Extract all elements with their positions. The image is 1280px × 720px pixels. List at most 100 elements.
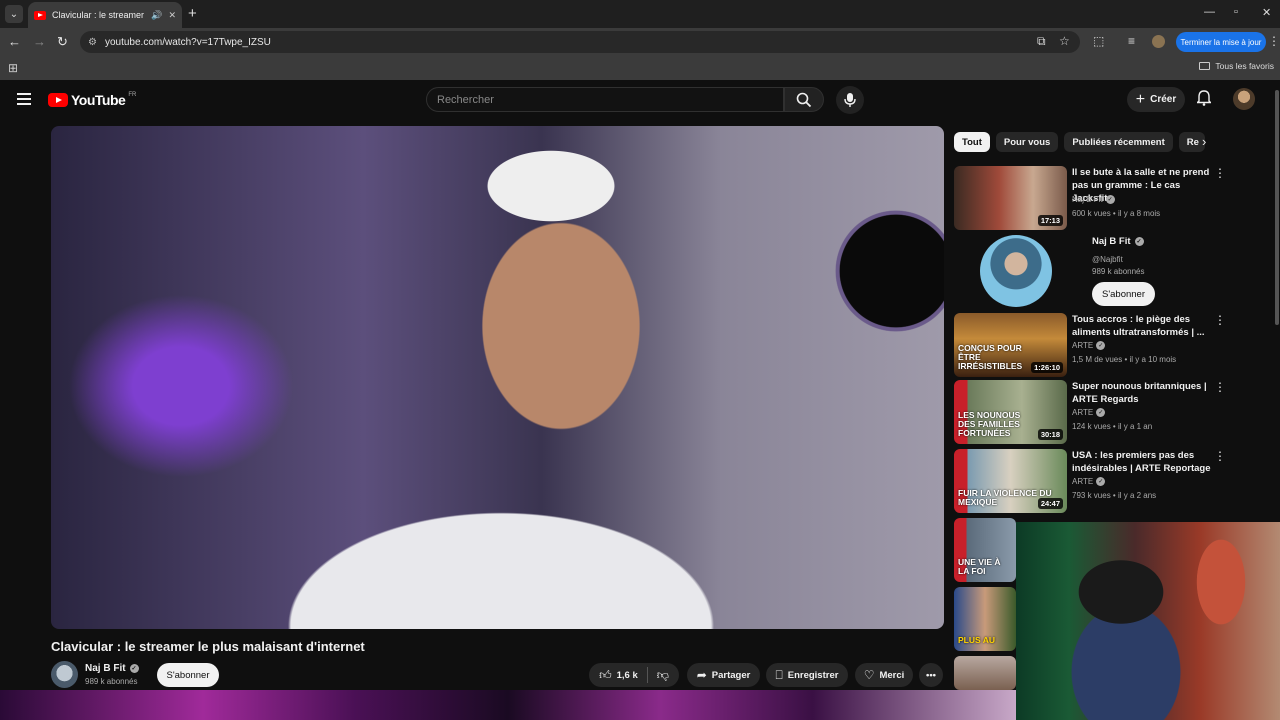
divider [646, 667, 648, 683]
like-icon[interactable]: 👍︎ [599, 668, 612, 683]
more-horizontal-icon: ••• [926, 669, 936, 681]
channel-name[interactable]: Naj B Fit [1072, 195, 1103, 204]
new-tab-button[interactable]: + [188, 5, 197, 22]
extensions-icon[interactable]: ⬚ [1093, 34, 1104, 48]
account-avatar[interactable] [1233, 88, 1255, 110]
recommendation-channel[interactable]: ARTE ✓ [1072, 408, 1106, 417]
voice-search-button[interactable] [836, 86, 864, 114]
channel-name[interactable]: ARTE [1072, 408, 1093, 417]
bookmark-star-icon[interactable]: ☆ [1059, 34, 1070, 48]
recommendation-channel[interactable]: Naj B Fit ✓ [1072, 195, 1115, 204]
channel-card-name[interactable]: Naj B Fit ✓ [1092, 236, 1144, 247]
reload-button[interactable]: ↻ [57, 34, 68, 50]
more-vertical-icon[interactable]: ⋮ [1214, 313, 1226, 327]
youtube-favicon-icon [34, 10, 46, 20]
chip-recent[interactable]: Publiées récemment [1064, 132, 1173, 152]
share-button[interactable]: ➦ Partager [687, 663, 760, 687]
recommendation-title[interactable]: Super nounous britanniques | ARTE Regard… [1072, 380, 1212, 406]
channel-name[interactable]: Naj B Fit [85, 663, 126, 674]
search-button[interactable] [784, 87, 824, 112]
close-window-button[interactable]: ✕ [1262, 6, 1271, 19]
bookmark-icon: ⎕ [775, 667, 783, 682]
thanks-button[interactable]: ♡ Merci [855, 663, 913, 687]
back-button[interactable]: ← [8, 34, 21, 49]
video-thumbnail[interactable] [954, 656, 1016, 690]
video-frame[interactable] [51, 126, 944, 629]
chevron-right-icon[interactable]: › [1202, 134, 1206, 149]
search-icon [796, 92, 812, 107]
profile-avatar[interactable] [1152, 35, 1165, 48]
recommendation-item[interactable] [954, 656, 1016, 690]
dislike-icon[interactable]: 👎︎ [657, 668, 669, 683]
video-thumbnail[interactable]: UNE VIE À LA FOI [954, 518, 1016, 582]
save-label: Enregistrer [787, 669, 839, 681]
channel-card-avatar[interactable] [980, 235, 1052, 307]
video-thumbnail[interactable]: LES NOUNOUS DES FAMILLES FORTUNÉES 30:18 [954, 380, 1067, 444]
channel-card-subscribe-button[interactable]: S'abonner [1092, 282, 1155, 306]
video-thumbnail[interactable]: 17:13 [954, 166, 1067, 230]
recommendation-item[interactable]: UNE VIE À LA FOI [954, 518, 1016, 582]
hamburger-menu-icon[interactable] [17, 93, 31, 105]
video-thumbnail[interactable]: FUIR LA VIOLENCE DU MEXIQUE 24:47 [954, 449, 1067, 513]
reading-list-icon[interactable]: ≡ [1128, 34, 1135, 48]
browser-tab[interactable]: Clavicular : le streamer le pl 🔊 ✕ [28, 2, 182, 28]
forward-button[interactable]: → [33, 34, 46, 49]
apps-grid-icon[interactable]: ⊞ [8, 61, 18, 75]
recommendation-channel[interactable]: ARTE ✓ [1072, 477, 1106, 486]
create-button[interactable]: + Créer [1127, 87, 1185, 112]
verified-badge-icon: ✓ [1096, 477, 1106, 486]
recommendation-item[interactable]: FUIR LA VIOLENCE DU MEXIQUE 24:47 USA : … [954, 449, 1268, 513]
share-label: Partager [711, 669, 751, 681]
recommendation-item[interactable]: CONÇUS POUR ÊTRE IRRÉSISTIBLES 1:26:10 T… [954, 313, 1268, 377]
video-thumbnail[interactable]: PLUS AU [954, 587, 1016, 651]
install-app-icon[interactable]: ⧉ [1037, 34, 1046, 49]
recommendation-item[interactable]: LES NOUNOUS DES FAMILLES FORTUNÉES 30:18… [954, 380, 1268, 444]
youtube-logo[interactable]: YouTube FR [48, 92, 136, 108]
more-vertical-icon[interactable]: ⋮ [1214, 449, 1226, 463]
menu-kebab-icon[interactable]: ⋮ [1268, 34, 1280, 48]
tab-close-icon[interactable]: ✕ [168, 10, 176, 21]
recommendation-title[interactable]: USA : les premiers pas des indésirables … [1072, 449, 1212, 475]
notifications-bell-icon[interactable] [1195, 90, 1213, 109]
recommendation-meta: 124 k vues • il y a 1 an [1072, 422, 1153, 431]
tab-search-button[interactable]: ⌄ [5, 5, 23, 23]
save-button[interactable]: ⎕ Enregistrer [766, 663, 848, 687]
search-input[interactable]: Rechercher [426, 87, 784, 112]
minimize-button[interactable]: — [1204, 6, 1215, 18]
country-code: FR [128, 92, 137, 98]
subscribe-button[interactable]: S'abonner [157, 663, 219, 687]
channel-subscribers: 989 k abonnés [85, 677, 138, 686]
site-info-icon[interactable]: ⚙ [88, 37, 97, 48]
verified-badge-icon: ✓ [129, 664, 139, 673]
channel-name[interactable]: ARTE [1072, 477, 1093, 486]
maximize-button[interactable]: ▫ [1234, 6, 1238, 18]
chip-for-you[interactable]: Pour vous [995, 132, 1059, 152]
chip-related[interactable]: Re [1178, 132, 1205, 152]
all-bookmarks-button[interactable]: Tous les favoris [1199, 61, 1274, 71]
like-count[interactable]: 1,6 k [617, 670, 638, 681]
address-bar[interactable]: ⚙ youtube.com/watch?v=17Twpe_IZSU [80, 31, 1080, 53]
thumbnail-text: PLUS AU [958, 635, 995, 645]
recommendation-item[interactable]: 17:13 Il se bute à la salle et ne prend … [954, 166, 1268, 230]
folder-icon [1199, 62, 1211, 70]
recommendation-item[interactable]: PLUS AU [954, 587, 1016, 651]
channel-card-name-text[interactable]: Naj B Fit [1092, 236, 1131, 247]
chip-all[interactable]: Tout [954, 132, 990, 152]
audio-playing-icon[interactable]: 🔊 [151, 10, 162, 21]
recommendation-title[interactable]: Tous accros : le piège des aliments ultr… [1072, 313, 1212, 339]
thumbnail-text: UNE VIE À LA FOI [958, 557, 1001, 576]
channel-name-row[interactable]: Naj B Fit ✓ [85, 663, 139, 674]
channel-name[interactable]: ARTE [1072, 341, 1093, 350]
page-scrollbar[interactable] [1275, 90, 1279, 325]
all-bookmarks-label: Tous les favoris [1215, 61, 1274, 71]
duration-badge: 1:26:10 [1031, 362, 1063, 373]
channel-avatar[interactable] [51, 661, 78, 688]
more-vertical-icon[interactable]: ⋮ [1214, 380, 1226, 394]
more-vertical-icon[interactable]: ⋮ [1214, 166, 1226, 180]
more-actions-button[interactable]: ••• [919, 663, 943, 687]
update-button[interactable]: Terminer la mise à jour [1176, 32, 1266, 52]
video-thumbnail[interactable]: CONÇUS POUR ÊTRE IRRÉSISTIBLES 1:26:10 [954, 313, 1067, 377]
recommendation-channel[interactable]: ARTE ✓ [1072, 341, 1106, 350]
bookmarks-bar [0, 56, 1280, 80]
duration-badge: 24:47 [1037, 498, 1063, 509]
